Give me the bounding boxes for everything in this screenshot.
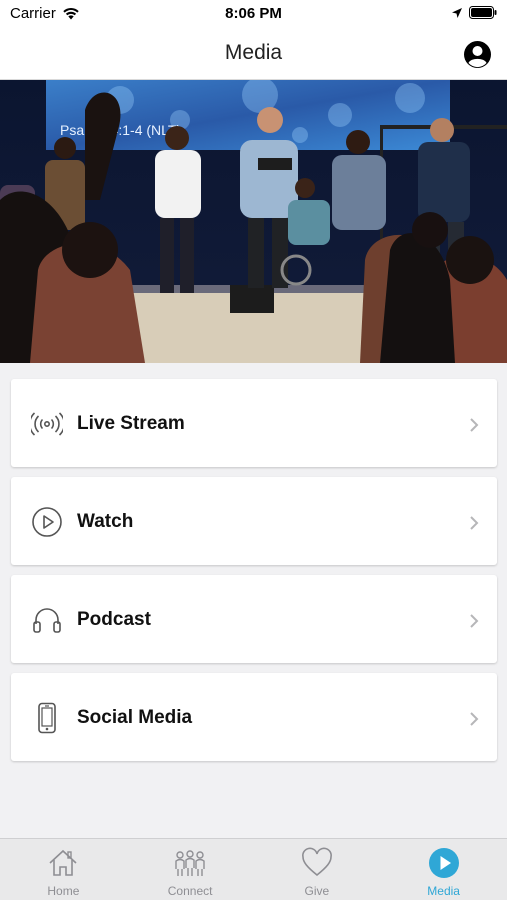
media-menu: Live Stream Watch Podcast Social Media bbox=[11, 379, 497, 771]
tab-home[interactable]: Home bbox=[0, 839, 127, 900]
battery-icon bbox=[469, 6, 497, 19]
live-stream-item[interactable]: Live Stream bbox=[11, 379, 497, 467]
status-time: 8:06 PM bbox=[225, 5, 282, 22]
home-icon bbox=[49, 849, 77, 876]
podcast-item[interactable]: Podcast bbox=[11, 575, 497, 663]
watch-item[interactable]: Watch bbox=[11, 477, 497, 565]
headphones-icon bbox=[33, 608, 61, 633]
play-circle-icon bbox=[32, 507, 62, 537]
tab-bar: Home Connect Give Media bbox=[0, 838, 507, 900]
person-circle-icon[interactable] bbox=[463, 40, 492, 69]
people-icon bbox=[175, 850, 205, 876]
broadcast-icon bbox=[31, 412, 63, 436]
page-title: Media bbox=[224, 41, 283, 64]
hero-image: Psalm 84:1-4 (NLT) bbox=[0, 80, 507, 363]
navigation-bar: Media bbox=[0, 28, 507, 80]
tab-media[interactable]: Media bbox=[380, 839, 507, 900]
status-bar: Carrier 8:06 PM bbox=[0, 0, 507, 28]
hero-slide-text: Psalm 84:1-4 (NLT) bbox=[60, 122, 181, 138]
chevron-right-icon bbox=[470, 418, 479, 432]
tab-give-label: Give bbox=[304, 884, 330, 898]
podcast-label: Podcast bbox=[77, 609, 151, 630]
phone-icon bbox=[38, 702, 56, 734]
social-media-label: Social Media bbox=[77, 707, 193, 728]
tab-connect-label: Connect bbox=[167, 884, 213, 898]
tab-connect[interactable]: Connect bbox=[127, 839, 254, 900]
location-arrow-icon bbox=[452, 7, 462, 18]
chevron-right-icon bbox=[470, 712, 479, 726]
tab-home-label: Home bbox=[47, 884, 80, 898]
status-right bbox=[451, 6, 497, 19]
chevron-right-icon bbox=[470, 614, 479, 628]
social-media-item[interactable]: Social Media bbox=[11, 673, 497, 761]
live-stream-label: Live Stream bbox=[77, 413, 185, 434]
watch-label: Watch bbox=[77, 511, 134, 532]
tab-media-label: Media bbox=[427, 884, 460, 898]
heart-icon bbox=[301, 847, 332, 877]
chevron-right-icon bbox=[470, 516, 479, 530]
play-icon bbox=[428, 848, 459, 878]
tab-give[interactable]: Give bbox=[254, 839, 381, 900]
